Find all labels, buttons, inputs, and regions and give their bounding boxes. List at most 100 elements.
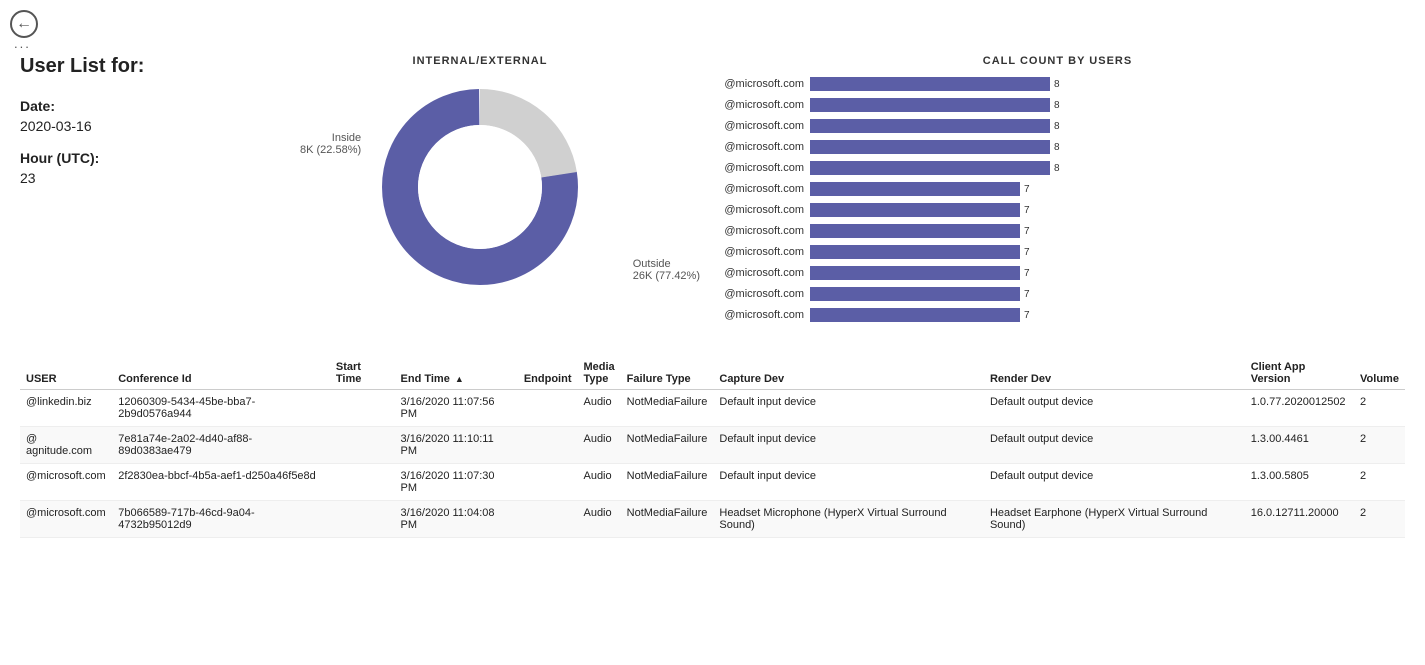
table-cell: Audio	[577, 464, 620, 501]
table-cell	[330, 427, 395, 464]
table-cell: 7e81a74e-2a02-4d40-af88-89d0383ae479	[112, 427, 330, 464]
col-end-time: End Time ▲	[395, 357, 518, 390]
bar-label: @microsoft.com	[710, 267, 810, 279]
table-cell: NotMediaFailure	[621, 427, 714, 464]
table-cell: Headset Earphone (HyperX Virtual Surroun…	[984, 501, 1245, 538]
table-cell: Default input device	[713, 390, 984, 427]
bar-label: @microsoft.com	[710, 141, 810, 153]
ellipsis-menu: ...	[14, 36, 31, 51]
bar-row: @microsoft.com7	[710, 222, 1405, 240]
table-header-row: USER Conference Id Start Time End Time ▲…	[20, 357, 1405, 390]
bar-row: @microsoft.com8	[710, 75, 1405, 93]
table-cell: 3/16/2020 11:07:56 PM	[395, 390, 518, 427]
bar-value: 7	[1024, 268, 1030, 279]
table-cell	[330, 501, 395, 538]
bar-fill	[810, 224, 1020, 238]
table-cell: Headset Microphone (HyperX Virtual Surro…	[713, 501, 984, 538]
hour-label: Hour (UTC):	[20, 150, 250, 166]
table-cell	[518, 427, 578, 464]
bar-fill	[810, 140, 1050, 154]
col-volume: Volume	[1354, 357, 1405, 390]
bar-fill	[810, 98, 1050, 112]
date-field: Date: 2020-03-16	[20, 98, 250, 134]
bar-row: @microsoft.com 7	[710, 243, 1405, 261]
table-cell: 2	[1354, 390, 1405, 427]
table-cell: NotMediaFailure	[621, 390, 714, 427]
table-header: USER Conference Id Start Time End Time ▲…	[20, 357, 1405, 390]
sort-icon[interactable]: ▲	[455, 374, 464, 384]
bar-label: @microsoft.com	[710, 99, 810, 111]
col-user: USER	[20, 357, 112, 390]
col-failure-type: Failure Type	[621, 357, 714, 390]
bar-value: 8	[1054, 142, 1060, 153]
bar-fill	[810, 287, 1020, 301]
back-button[interactable]: ←	[10, 10, 38, 38]
bar-label: @microsoft.com	[710, 183, 810, 195]
table-cell: 2f2830ea-bbcf-4b5a-aef1-d250a46f5e8d	[112, 464, 330, 501]
col-endpoint: Endpoint	[518, 357, 578, 390]
table-cell: 1.0.77.2020012502	[1245, 390, 1354, 427]
bar-row: @microsoft.com 7	[710, 264, 1405, 282]
bar-label: @microsoft.com	[710, 246, 810, 258]
bar-label: @microsoft.com	[710, 120, 810, 132]
bar-label: @microsoft.com	[710, 162, 810, 174]
table-section: USER Conference Id Start Time End Time ▲…	[0, 347, 1425, 548]
table-cell: Audio	[577, 390, 620, 427]
table-cell: Default output device	[984, 390, 1245, 427]
outside-label: Outside 26K (77.42%)	[633, 258, 700, 282]
col-client-app-version: Client App Version	[1245, 357, 1354, 390]
bar-chart-section: CALL COUNT BY USERS @microsoft.com8@micr…	[710, 55, 1405, 327]
col-capture-dev: Capture Dev	[713, 357, 984, 390]
table-cell: 3/16/2020 11:10:11 PM	[395, 427, 518, 464]
table-cell: Default output device	[984, 427, 1245, 464]
table-cell: 1.3.00.4461	[1245, 427, 1354, 464]
table-cell: 2	[1354, 427, 1405, 464]
table-row: @ agnitude.com7e81a74e-2a02-4d40-af88-89…	[20, 427, 1405, 464]
donut-chart-title: INTERNAL/EXTERNAL	[270, 55, 690, 67]
col-render-dev: Render Dev	[984, 357, 1245, 390]
bar-fill	[810, 203, 1020, 217]
bar-fill	[810, 266, 1020, 280]
bar-row: @microsoft.com8	[710, 159, 1405, 177]
bar-fill	[810, 182, 1020, 196]
col-media-type: MediaType	[577, 357, 620, 390]
table-cell: @microsoft.com	[20, 464, 112, 501]
bar-fill	[810, 245, 1020, 259]
table-body: @linkedin.biz12060309-5434-45be-bba7-2b9…	[20, 390, 1405, 538]
table-cell: NotMediaFailure	[621, 464, 714, 501]
hour-value: 23	[20, 170, 250, 186]
bar-row: @microsoft.com8	[710, 117, 1405, 135]
bar-row: @microsoft.com8	[710, 96, 1405, 114]
bar-value: 7	[1024, 310, 1030, 321]
table-cell	[518, 501, 578, 538]
table-cell	[518, 464, 578, 501]
table-row: @linkedin.biz12060309-5434-45be-bba7-2b9…	[20, 390, 1405, 427]
bar-row: @microsoft.com 7	[710, 201, 1405, 219]
bar-label: @microsoft.com	[710, 204, 810, 216]
bar-row: @microsoft.com 8	[710, 138, 1405, 156]
bar-value: 7	[1024, 289, 1030, 300]
table-cell: 16.0.12711.20000	[1245, 501, 1354, 538]
table-cell: 1.3.00.5805	[1245, 464, 1354, 501]
table-cell: 2	[1354, 464, 1405, 501]
table-cell: 12060309-5434-45be-bba7-2b9d0576a944	[112, 390, 330, 427]
bar-label: @microsoft.com	[710, 225, 810, 237]
hour-field: Hour (UTC): 23	[20, 150, 250, 186]
bar-value: 7	[1024, 205, 1030, 216]
bar-fill	[810, 308, 1020, 322]
user-list-title: User List for:	[20, 55, 250, 78]
bar-value: 7	[1024, 247, 1030, 258]
inside-label: Inside 8K (22.58%)	[300, 132, 361, 156]
date-value: 2020-03-16	[20, 118, 250, 134]
bar-fill	[810, 77, 1050, 91]
table-cell: Audio	[577, 427, 620, 464]
table-cell: Default input device	[713, 464, 984, 501]
bar-row: @microsoft.com7	[710, 180, 1405, 198]
donut-chart	[370, 77, 590, 297]
table-cell: @ agnitude.com	[20, 427, 112, 464]
date-label: Date:	[20, 98, 250, 114]
bar-chart: @microsoft.com8@microsoft.com8@microsoft…	[710, 75, 1405, 324]
table-row: @microsoft.com7b066589-717b-46cd-9a04-47…	[20, 501, 1405, 538]
table-cell	[518, 390, 578, 427]
table-row: @microsoft.com2f2830ea-bbcf-4b5a-aef1-d2…	[20, 464, 1405, 501]
